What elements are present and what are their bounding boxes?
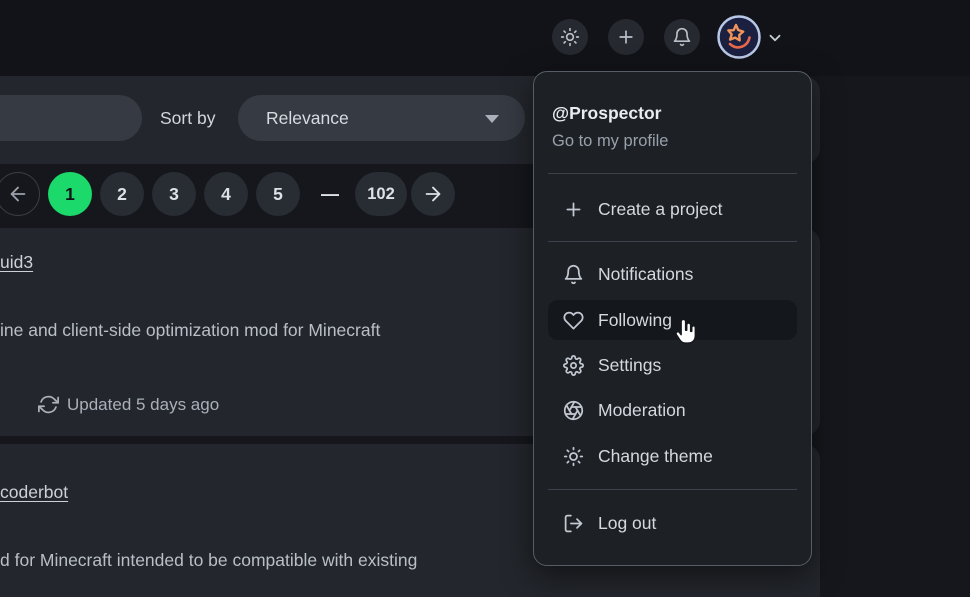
theme-toggle-button[interactable]: [552, 19, 588, 55]
menu-item-label: Settings: [598, 355, 661, 376]
pagination-page-4[interactable]: 4: [204, 172, 248, 216]
pagination-page-last[interactable]: 102: [355, 172, 407, 216]
sun-icon: [563, 446, 584, 467]
menu-item-label: Change theme: [598, 446, 713, 467]
menu-item-following[interactable]: Following: [548, 300, 797, 340]
aperture-icon: [563, 400, 584, 421]
arrow-left-icon: [7, 183, 29, 205]
dropdown-profile-link[interactable]: Go to my profile: [552, 132, 668, 151]
menu-item-label: Log out: [598, 513, 656, 534]
pagination-page-2[interactable]: 2: [100, 172, 144, 216]
menu-item-label: Following: [598, 310, 672, 331]
sort-by-label: Sort by: [160, 95, 215, 141]
menu-item-label: Moderation: [598, 400, 686, 421]
sort-select[interactable]: Relevance: [238, 95, 525, 141]
project-author-link[interactable]: coderbot: [0, 482, 68, 503]
menu-item-label: Create a project: [598, 199, 723, 220]
user-dropdown-menu: @Prospector Go to my profile Create a pr…: [533, 71, 812, 566]
create-button[interactable]: [608, 19, 644, 55]
divider: [548, 489, 797, 490]
notifications-button[interactable]: [664, 19, 700, 55]
menu-item-moderation[interactable]: Moderation: [548, 390, 797, 430]
project-description: d for Minecraft intended to be compatibl…: [0, 550, 417, 571]
pagination-page-5[interactable]: 5: [256, 172, 300, 216]
heart-icon: [563, 310, 584, 331]
divider: [548, 173, 797, 174]
modrinth-search-page: Sort by Relevance 1 2 3 4 5 — 102 uid3 i…: [0, 0, 970, 597]
logout-icon: [563, 513, 584, 534]
bell-icon: [563, 264, 584, 285]
divider: [548, 241, 797, 242]
menu-item-create-project[interactable]: Create a project: [548, 189, 797, 229]
search-input[interactable]: [0, 95, 142, 141]
menu-item-settings[interactable]: Settings: [548, 345, 797, 385]
chevron-down-icon: [485, 115, 499, 123]
pagination-page-3[interactable]: 3: [152, 172, 196, 216]
bell-icon: [672, 27, 692, 47]
project-updated-text: Updated 5 days ago: [67, 395, 219, 415]
refresh-icon: [38, 394, 59, 415]
project-description: ine and client-side optimization mod for…: [0, 320, 380, 341]
menu-item-label: Notifications: [598, 264, 693, 285]
pagination-ellipsis: —: [308, 172, 352, 216]
avatar-menu-chevron[interactable]: [766, 29, 784, 52]
dropdown-username: @Prospector: [552, 103, 661, 124]
plus-icon: [563, 199, 584, 220]
chevron-down-icon: [766, 29, 784, 47]
pagination-next-button[interactable]: [411, 172, 455, 216]
plus-icon: [616, 27, 636, 47]
user-avatar[interactable]: [717, 15, 761, 59]
pagination-page-1[interactable]: 1: [48, 172, 92, 216]
top-nav-bar: [0, 0, 970, 76]
prospector-avatar-icon: [717, 15, 761, 59]
menu-item-logout[interactable]: Log out: [548, 503, 797, 543]
pagination-prev-button[interactable]: [0, 172, 40, 216]
sort-select-value: Relevance: [266, 95, 349, 141]
menu-item-notifications[interactable]: Notifications: [548, 254, 797, 294]
arrow-right-icon: [422, 183, 444, 205]
menu-item-change-theme[interactable]: Change theme: [548, 436, 797, 476]
gear-icon: [563, 355, 584, 376]
project-author-link[interactable]: uid3: [0, 252, 33, 273]
sun-icon: [560, 27, 580, 47]
